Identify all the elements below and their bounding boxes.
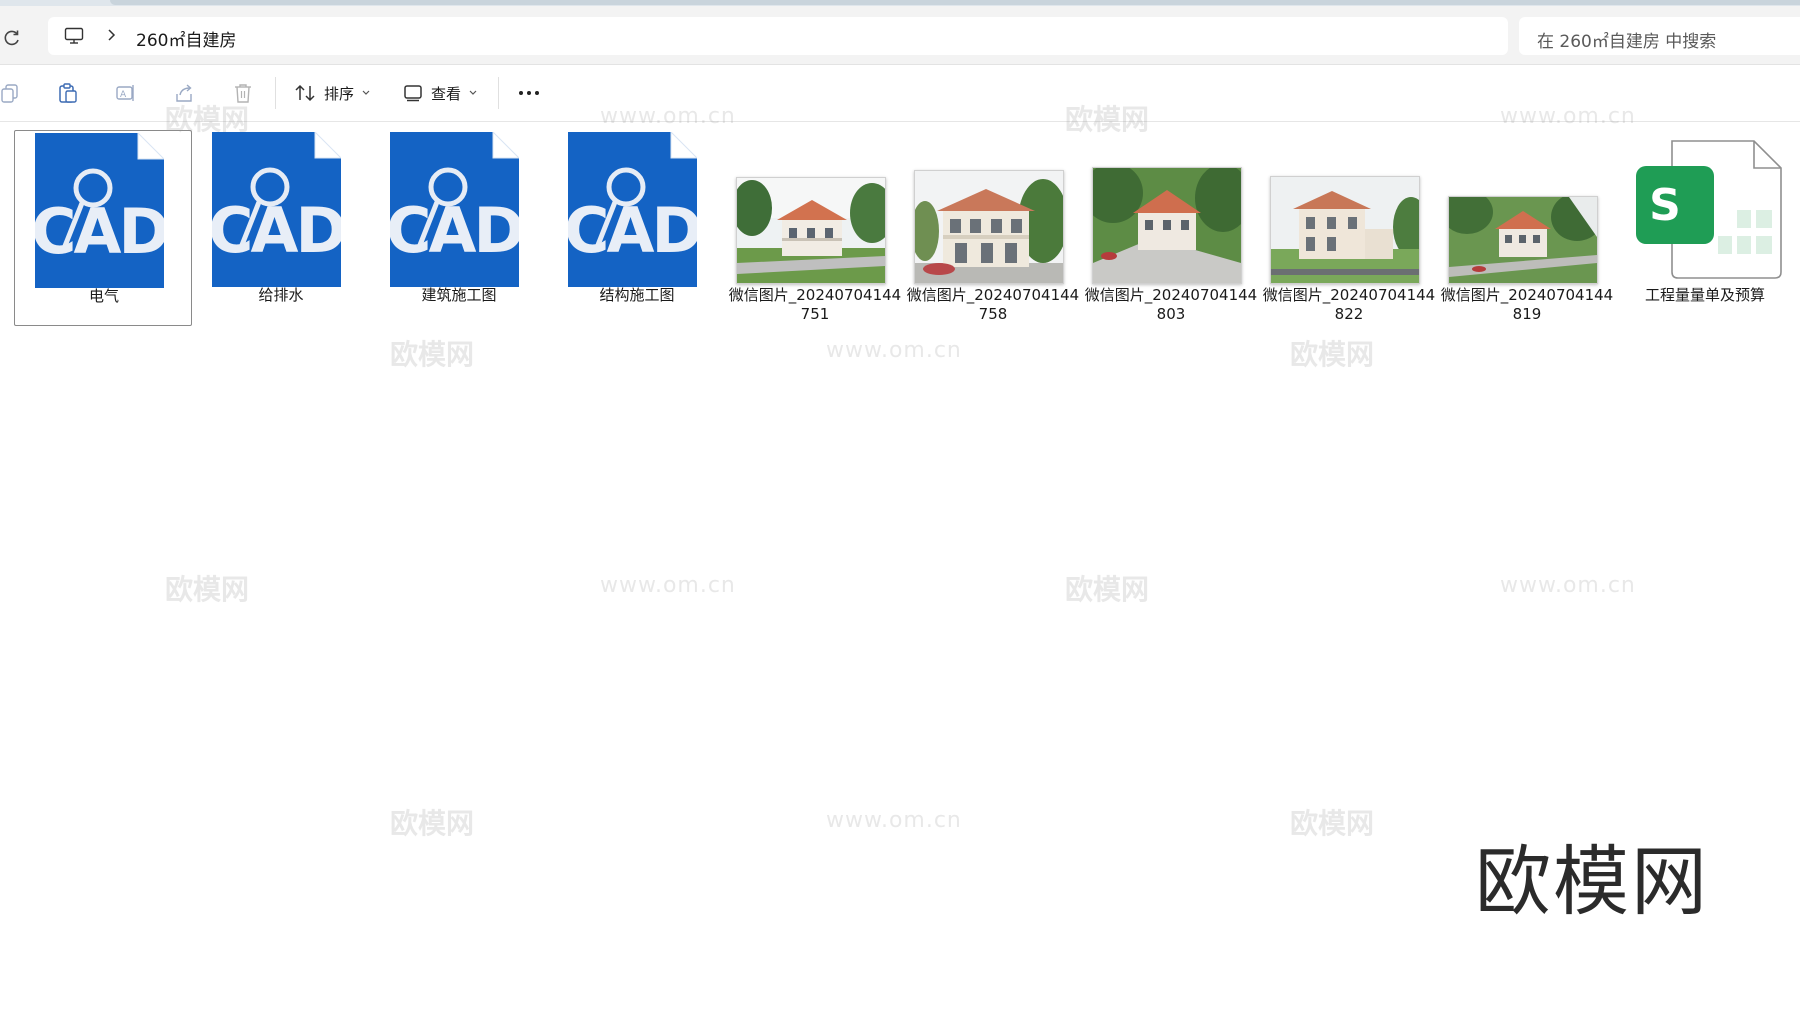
cad-file-icon: CAD: [548, 130, 726, 292]
more-options-icon[interactable]: [514, 77, 544, 109]
file-label: 微信图片_20240704144822: [1262, 286, 1436, 323]
paste-icon[interactable]: [57, 82, 79, 104]
svg-text:A: A: [120, 90, 127, 100]
image-thumbnail: [726, 130, 904, 292]
svg-text:S: S: [1649, 180, 1681, 231]
cad-file-icon: CAD: [370, 130, 548, 292]
tab-strip-edge: [110, 0, 1800, 5]
breadcrumb-chevron-icon[interactable]: [104, 26, 118, 44]
share-icon[interactable]: [173, 82, 195, 104]
delete-icon[interactable]: [232, 82, 254, 104]
svg-text:CAD: CAD: [212, 194, 341, 267]
rename-icon[interactable]: A: [115, 82, 137, 104]
address-input[interactable]: 260㎡自建房: [48, 17, 1508, 55]
file-label: 工程量量单及预算: [1644, 286, 1765, 304]
search-input[interactable]: 在 260㎡自建房 中搜索: [1519, 17, 1800, 55]
file-label: 微信图片_20240704144758: [906, 286, 1080, 323]
file-item-image-1[interactable]: 微信图片_20240704144751: [726, 130, 904, 326]
file-item-spreadsheet[interactable]: S 工程量量单及预算: [1616, 130, 1794, 326]
breadcrumb-current-folder[interactable]: 260㎡自建房: [136, 26, 236, 51]
file-label: 给排水: [258, 286, 304, 304]
view-label: 查看: [431, 84, 462, 103]
svg-text:CAD: CAD: [35, 195, 164, 268]
toolbar-separator: [498, 77, 499, 109]
image-thumbnail: [1438, 130, 1616, 292]
svg-text:CAD: CAD: [390, 194, 519, 267]
image-thumbnail: [1260, 130, 1438, 292]
file-item-jiegou[interactable]: CAD 结构施工图: [548, 130, 726, 326]
copy-icon[interactable]: [0, 82, 22, 104]
file-item-image-4[interactable]: 微信图片_20240704144822: [1260, 130, 1438, 326]
svg-text:CAD: CAD: [568, 194, 697, 267]
file-label: 微信图片_20240704144751: [728, 286, 902, 323]
file-label: 微信图片_20240704144819: [1440, 286, 1614, 323]
file-label: 结构施工图: [599, 286, 675, 304]
sort-icon: [295, 84, 315, 102]
chevron-down-icon: [469, 90, 477, 95]
spreadsheet-file-icon: S: [1616, 130, 1794, 292]
search-placeholder: 在 260㎡自建房 中搜索: [1537, 32, 1717, 52]
file-item-image-5[interactable]: 微信图片_20240704144819: [1438, 130, 1616, 326]
file-item-geipaishui[interactable]: CAD 给排水: [192, 130, 370, 326]
view-button[interactable]: 查看: [403, 77, 477, 109]
address-bar: 260㎡自建房 在 260㎡自建房 中搜索: [0, 6, 1800, 65]
toolbar-separator: [275, 77, 276, 109]
this-pc-icon[interactable]: [64, 27, 84, 45]
file-item-dianqi[interactable]: CAD 电气: [14, 130, 192, 326]
refresh-icon[interactable]: [2, 28, 22, 48]
file-label: 建筑施工图: [421, 286, 497, 304]
file-label: 电气: [88, 287, 119, 305]
file-item-image-2[interactable]: 微信图片_20240704144758: [904, 130, 1082, 326]
file-label: 微信图片_20240704144803: [1084, 286, 1258, 323]
file-list: CAD 电气 CAD 给排水 CAD 建筑施工图 CAD 结构施工图 微信图片_…: [0, 122, 1800, 1017]
file-item-jianzhu[interactable]: CAD 建筑施工图: [370, 130, 548, 326]
cad-file-icon: CAD: [15, 131, 193, 293]
cad-file-icon: CAD: [192, 130, 370, 292]
sort-button[interactable]: 排序: [294, 77, 370, 109]
image-thumbnail: [1082, 130, 1260, 292]
command-bar: A 排序 查看: [0, 65, 1800, 122]
image-thumbnail: [904, 130, 1082, 292]
sort-label: 排序: [324, 84, 355, 103]
chevron-down-icon: [362, 90, 370, 95]
view-icon: [404, 85, 422, 102]
file-item-image-3[interactable]: 微信图片_20240704144803: [1082, 130, 1260, 326]
